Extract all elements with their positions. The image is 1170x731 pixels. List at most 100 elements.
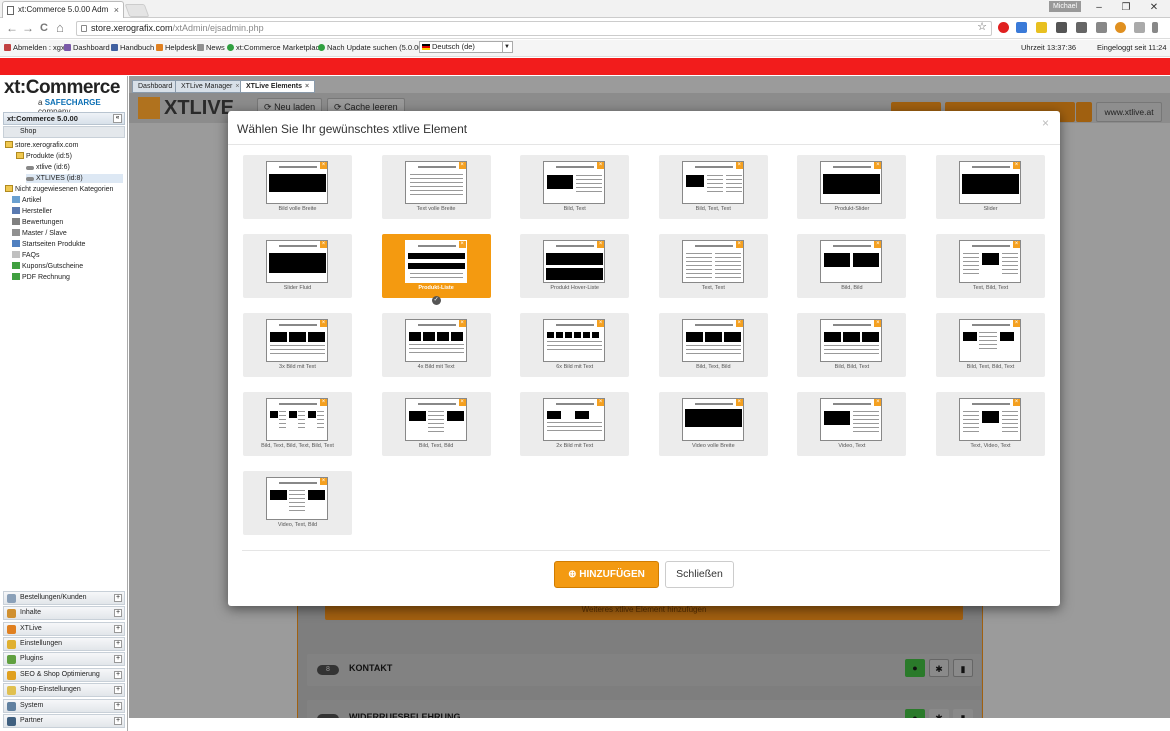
section-row-kontakt[interactable]: 8 KONTAKT ● ✱ ▮: [307, 654, 981, 686]
accordion-system[interactable]: System +: [3, 699, 125, 713]
bookmark-marketplace[interactable]: xt:Commerce Marketplace: [227, 43, 324, 53]
gear-icon[interactable]: ✱: [929, 659, 949, 677]
accordion-einstellungen[interactable]: Einstellungen +: [3, 637, 125, 651]
minimize-button[interactable]: –: [1086, 1, 1112, 15]
dialog-close-icon[interactable]: ×: [1042, 116, 1049, 130]
tree-node-xtlives[interactable]: XTLIVES (id:8): [26, 174, 123, 183]
sidebar-item-bewertungen[interactable]: Bewertungen: [12, 218, 63, 227]
accordion-bestellungen[interactable]: Bestellungen/Kunden +: [3, 591, 125, 605]
new-tab-button[interactable]: [124, 4, 150, 17]
restore-button[interactable]: ❐: [1113, 1, 1139, 15]
accordion-plugins[interactable]: Plugins +: [3, 652, 125, 666]
opera-extension-icon[interactable]: [998, 22, 1009, 33]
trash-icon[interactable]: ▮: [953, 659, 973, 677]
tree-node-produkte[interactable]: Produkte (id:5): [16, 152, 72, 161]
sidebar-item-master-slave[interactable]: Master / Slave: [12, 229, 67, 238]
back-button[interactable]: ←: [6, 21, 18, 36]
sidebar-item-artikel[interactable]: Artikel: [12, 196, 41, 205]
tab-dashboard[interactable]: Dashboard: [132, 80, 179, 93]
bookmark-helpdesk[interactable]: Helpdesk: [156, 43, 196, 53]
accordion-inhalte[interactable]: Inhalte +: [3, 606, 125, 620]
eye-icon[interactable]: ●: [905, 659, 925, 677]
element-card[interactable]: × Produkt Hover-Liste: [520, 234, 630, 298]
element-card[interactable]: × Bild, Bild, Text: [797, 313, 907, 377]
window-close-button[interactable]: ✕: [1141, 1, 1167, 15]
home-button[interactable]: ⌂: [56, 20, 64, 35]
tab-xtlive-manager[interactable]: XTLive Manager ×: [175, 80, 246, 93]
bookmark-logout[interactable]: Abmelden : xgx: [4, 43, 65, 53]
element-card[interactable]: × Video, Text: [797, 392, 907, 456]
accordion-seo[interactable]: SEO & Shop Optimierung +: [3, 668, 125, 682]
element-card[interactable]: × Text, Video, Text: [936, 392, 1045, 456]
add-element-button[interactable]: ⊕ HINZUFÜGEN: [554, 561, 659, 588]
bookmark-update[interactable]: Nach Update suchen (5.0.00): [318, 43, 425, 53]
sidebar-item-startseiten[interactable]: Startseiten Produkte: [12, 240, 85, 249]
close-icon[interactable]: ×: [305, 83, 309, 90]
shop-panel-header[interactable]: Shop: [3, 126, 125, 138]
tree-node-xtlive[interactable]: xtlive (id:6): [26, 163, 70, 172]
bookmark-handbuch[interactable]: Handbuch: [111, 43, 154, 53]
expand-icon[interactable]: +: [114, 717, 122, 725]
bookmark-news[interactable]: News: [197, 43, 225, 53]
extension-icon[interactable]: [1036, 22, 1047, 33]
element-card[interactable]: × Bild volle Breite: [243, 155, 352, 219]
chrome-extension-icon[interactable]: [1115, 22, 1126, 33]
bookmark-star-icon[interactable]: ☆: [977, 21, 987, 34]
close-icon[interactable]: ×: [235, 83, 239, 90]
camera-extension-icon[interactable]: [1134, 22, 1145, 33]
element-card[interactable]: × Produkt-Slider: [797, 155, 907, 219]
element-card[interactable]: × Text volle Breite: [381, 155, 491, 219]
element-card[interactable]: × 4x Bild mit Text: [381, 313, 491, 377]
chevron-down-icon[interactable]: [1076, 102, 1092, 122]
element-card[interactable]: × Bild, Text, Bild: [381, 392, 491, 456]
recycle-extension-icon[interactable]: [1056, 22, 1067, 33]
url-bar[interactable]: store.xerografix.com/xtAdmin/ejsadmin.ph…: [76, 21, 992, 36]
browser-tab[interactable]: xt:Commerce 5.0.00 Adm ×: [2, 1, 124, 18]
close-dialog-button[interactable]: Schließen: [665, 561, 734, 588]
accordion-xtlive[interactable]: XTLive +: [3, 622, 125, 636]
sidebar-item-pdf[interactable]: PDF Rechnung: [12, 273, 70, 282]
element-card[interactable]: × Video, Text, Bild: [243, 471, 352, 535]
tree-node-store[interactable]: store.xerografix.com: [5, 141, 78, 150]
language-select[interactable]: Deutsch (de) ▼: [419, 41, 513, 53]
forward-button[interactable]: →: [22, 21, 34, 36]
element-card[interactable]: × Slider Fluid: [243, 234, 352, 298]
menu-icon[interactable]: [1152, 22, 1158, 33]
element-card[interactable]: × Bild, Text, Bild: [658, 313, 768, 377]
element-card[interactable]: × Text, Text: [658, 234, 768, 298]
element-card[interactable]: × 2x Bild mit Text: [520, 392, 630, 456]
accordion-shop-einstellungen[interactable]: Shop-Einstellungen +: [3, 683, 125, 697]
expand-icon[interactable]: +: [114, 702, 122, 710]
element-card[interactable]: × 3x Bild mit Text: [243, 313, 352, 377]
element-card[interactable]: × Slider: [936, 155, 1045, 219]
expand-icon[interactable]: +: [114, 671, 122, 679]
element-card[interactable]: × Produkt-Liste ✓: [381, 234, 491, 305]
element-card[interactable]: × Bild, Text, Bild, Text, Bild, Text: [243, 392, 352, 456]
site-link-button[interactable]: www.xtlive.at: [1096, 102, 1162, 122]
sidebar-item-hersteller[interactable]: Hersteller: [12, 207, 52, 216]
element-card[interactable]: × Bild, Bild: [797, 234, 907, 298]
bookmark-dashboard[interactable]: Dashboard: [64, 43, 110, 53]
profile-badge[interactable]: Michael: [1049, 1, 1081, 12]
element-card[interactable]: × Bild, Text, Bild, Text: [936, 313, 1045, 377]
accordion-partner[interactable]: Partner +: [3, 714, 125, 728]
expand-icon[interactable]: +: [114, 640, 122, 648]
function-extension-icon[interactable]: [1076, 22, 1087, 33]
expand-icon[interactable]: +: [114, 655, 122, 663]
sidebar-item-kupons[interactable]: Kupons/Gutscheine: [12, 262, 83, 271]
expand-icon[interactable]: +: [114, 686, 122, 694]
element-card[interactable]: × Bild, Text, Text: [658, 155, 768, 219]
reload-button[interactable]: C: [40, 21, 48, 36]
element-card[interactable]: × 6x Bild mit Text: [520, 313, 630, 377]
tree-node-unassigned[interactable]: Nicht zugewiesenen Kategorien: [5, 185, 113, 194]
element-card[interactable]: × Video volle Breite: [658, 392, 768, 456]
extension-icon[interactable]: [1016, 22, 1027, 33]
expand-icon[interactable]: +: [114, 609, 122, 617]
element-card[interactable]: × Text, Bild, Text: [936, 234, 1045, 298]
sidebar-item-faqs[interactable]: FAQs: [12, 251, 40, 260]
collapse-sidebar-button[interactable]: «: [113, 114, 122, 123]
expand-icon[interactable]: +: [114, 594, 122, 602]
expand-icon[interactable]: +: [114, 625, 122, 633]
tab-xtlive-elements[interactable]: XTLive Elements ×: [240, 80, 316, 93]
phone-extension-icon[interactable]: [1096, 22, 1107, 33]
